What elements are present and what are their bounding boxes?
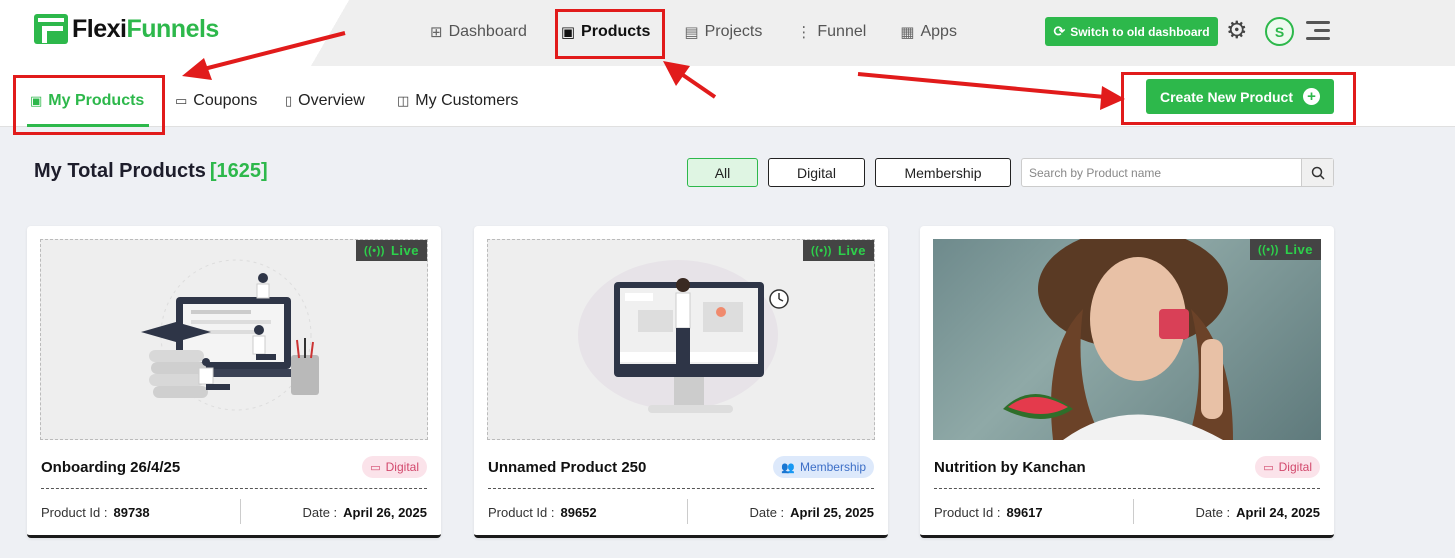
broadcast-icon: ((•)): [363, 244, 385, 257]
product-title: Unnamed Product 250: [488, 459, 647, 476]
apps-icon: ▦: [900, 24, 915, 41]
search-input[interactable]: [1022, 159, 1301, 186]
live-status-badge: ((•)) Live: [355, 240, 427, 261]
broadcast-icon: ((•)): [810, 244, 832, 257]
search-button[interactable]: [1301, 159, 1333, 186]
filter-all-button[interactable]: All: [687, 158, 758, 187]
filter-membership-button[interactable]: Membership: [875, 158, 1011, 187]
search-box: [1021, 158, 1334, 187]
funnel-icon: ⋮: [796, 24, 812, 41]
filter-digital-button[interactable]: Digital: [768, 158, 865, 187]
nav-apps[interactable]: ▦ Apps: [900, 20, 957, 44]
divider: [934, 488, 1320, 489]
product-date: Date : April 25, 2025: [749, 505, 874, 520]
nav-projects[interactable]: ▤ Projects: [684, 20, 762, 44]
product-card[interactable]: ((•)) Live Onboarding 26/4/25 ▭ Digital Pr…: [27, 226, 441, 538]
divider: [1133, 499, 1134, 524]
top-navbar: FlexiFunnels ⊞ Dashboard ▣ Products ▤ Pr…: [0, 0, 1455, 66]
divider: [488, 488, 874, 489]
document-icon: ▯: [285, 93, 293, 108]
woman-eating-watermelon-photo: [1003, 239, 1233, 440]
annotation-box-create-product: [1121, 72, 1356, 125]
divider: [240, 499, 241, 524]
page-title: My Total Products [1625]: [34, 160, 268, 182]
dashboard-grid-icon: ⊞: [430, 24, 443, 41]
product-title: Onboarding 26/4/25: [41, 459, 181, 476]
annotation-box-my-products: [13, 75, 165, 135]
live-status-badge: ((•)) Live: [1249, 239, 1321, 260]
customers-icon: ◫: [397, 93, 410, 108]
flexifunnels-logo[interactable]: FlexiFunnels: [34, 14, 219, 44]
search-icon: [1311, 166, 1325, 180]
live-class-illustration: [578, 260, 789, 413]
product-id: Product Id :89617: [934, 505, 1043, 520]
projects-doc-icon: ▤: [684, 24, 699, 41]
switch-old-dashboard-button[interactable]: ⟳ Switch to old dashboard: [1045, 17, 1218, 46]
product-title: Nutrition by Kanchan: [934, 459, 1086, 476]
live-status-badge: ((•)) Live: [802, 240, 874, 261]
broadcast-icon: ((•)): [1257, 243, 1279, 256]
type-badge: 👥 Membership: [773, 456, 874, 478]
tab-my-customers[interactable]: ◫ My Customers: [397, 92, 518, 110]
logo-icon: [34, 14, 68, 44]
nav-funnel[interactable]: ⋮ Funnel: [796, 20, 866, 44]
education-illustration: [141, 259, 319, 411]
coupon-icon: ▭: [175, 93, 188, 108]
gear-icon[interactable]: ⚙: [1226, 19, 1248, 43]
tab-overview[interactable]: ▯ Overview: [285, 92, 365, 110]
divider: [41, 488, 427, 489]
product-card[interactable]: ((•)) Live Unnamed Product 250 👥 Membershi…: [474, 226, 888, 538]
avatar[interactable]: S: [1265, 17, 1294, 46]
product-id: Product Id :89652: [488, 505, 597, 520]
divider: [687, 499, 688, 524]
tab-coupons[interactable]: ▭ Coupons: [175, 92, 257, 110]
refresh-icon: ⟳: [1053, 23, 1066, 39]
product-id: Product Id :89738: [41, 505, 150, 520]
type-badge: ▭ Digital: [1255, 456, 1320, 478]
monitor-icon: ▭: [1263, 461, 1274, 474]
type-badge: ▭ Digital: [362, 456, 427, 478]
product-card[interactable]: ((•)) Live Nutrition by Kanchan ▭ Digital …: [920, 226, 1334, 538]
main-nav: ⊞ Dashboard ▣ Products ▤ Projects ⋮ Funn…: [430, 20, 991, 44]
product-thumbnail: ((•)) Live: [933, 239, 1321, 440]
product-date: Date : April 26, 2025: [302, 505, 427, 520]
logo-text: FlexiFunnels: [72, 14, 219, 43]
product-thumbnail: ((•)) Live: [40, 239, 428, 440]
monitor-icon: ▭: [370, 461, 381, 474]
product-thumbnail: ((•)) Live: [487, 239, 875, 440]
users-icon: 👥: [781, 461, 795, 474]
products-box-icon: ▣: [560, 24, 576, 41]
product-count: [1625]: [209, 160, 268, 182]
nav-dashboard[interactable]: ⊞ Dashboard: [430, 20, 527, 44]
product-date: Date : April 24, 2025: [1195, 505, 1320, 520]
hamburger-menu-icon[interactable]: [1306, 21, 1330, 45]
nav-products[interactable]: ▣ Products: [561, 20, 651, 44]
